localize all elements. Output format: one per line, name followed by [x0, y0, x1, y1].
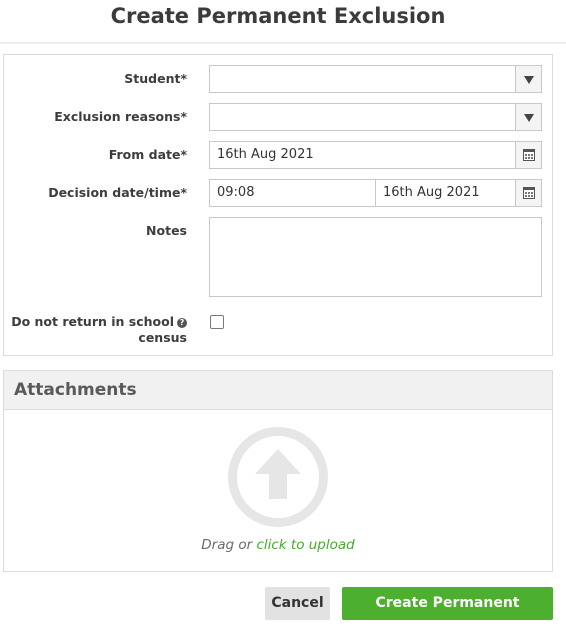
- decision-datetime-label: Decision date/time*: [48, 185, 187, 200]
- student-dropdown-button[interactable]: [515, 66, 541, 92]
- calendar-icon: [523, 187, 535, 199]
- exclusion-reasons-label: Exclusion reasons*: [54, 109, 187, 124]
- dialog-title: Create Permanent Exclusion: [110, 4, 446, 28]
- from-date-value: 16th Aug 2021: [217, 147, 314, 162]
- drag-text: Drag or: [201, 537, 257, 553]
- exclusion-reasons-dropdown-button[interactable]: [515, 104, 541, 130]
- upload-arrow-icon: [255, 449, 301, 499]
- census-label-line1: Do not return in school: [11, 314, 174, 329]
- notes-label: Notes: [146, 223, 187, 238]
- dropdown-arrow-icon: [524, 76, 534, 84]
- calendar-icon: [523, 149, 535, 161]
- student-label: Student*: [124, 71, 187, 86]
- exclusion-reasons-select[interactable]: [209, 103, 542, 131]
- student-select[interactable]: [209, 65, 542, 93]
- decision-date-value: 16th Aug 2021: [383, 185, 480, 200]
- cancel-button[interactable]: Cancel: [265, 587, 330, 620]
- notes-textarea[interactable]: [209, 217, 542, 297]
- upload-hint: Drag or click to upload: [4, 537, 552, 553]
- attachments-title: Attachments: [14, 380, 137, 400]
- decision-time-value: 09:08: [217, 185, 255, 200]
- upload-dropzone[interactable]: [228, 427, 328, 527]
- from-date-input[interactable]: 16th Aug 2021: [209, 141, 542, 169]
- from-date-label: From date*: [108, 147, 187, 162]
- decision-time-input[interactable]: 09:08: [209, 179, 376, 207]
- census-label: Do not return in school? census: [11, 314, 187, 346]
- decision-date-calendar-button[interactable]: [515, 180, 541, 206]
- title-divider: [0, 42, 566, 44]
- click-to-upload-link[interactable]: click to upload: [256, 537, 354, 553]
- create-permanent-exclusion-button[interactable]: Create Permanent Exclusion: [342, 587, 553, 629]
- help-icon[interactable]: ?: [177, 318, 187, 328]
- attachments-header: Attachments: [4, 371, 552, 410]
- decision-date-input[interactable]: 16th Aug 2021: [375, 179, 542, 207]
- do-not-return-census-checkbox[interactable]: [210, 315, 224, 329]
- exclusion-form-panel: Student* Exclusion reasons* From date* 1…: [3, 54, 553, 356]
- from-date-calendar-button[interactable]: [515, 142, 541, 168]
- census-label-line2: census: [138, 330, 187, 345]
- dropdown-arrow-icon: [524, 114, 534, 122]
- attachments-panel: Attachments Drag or click to upload: [3, 370, 553, 572]
